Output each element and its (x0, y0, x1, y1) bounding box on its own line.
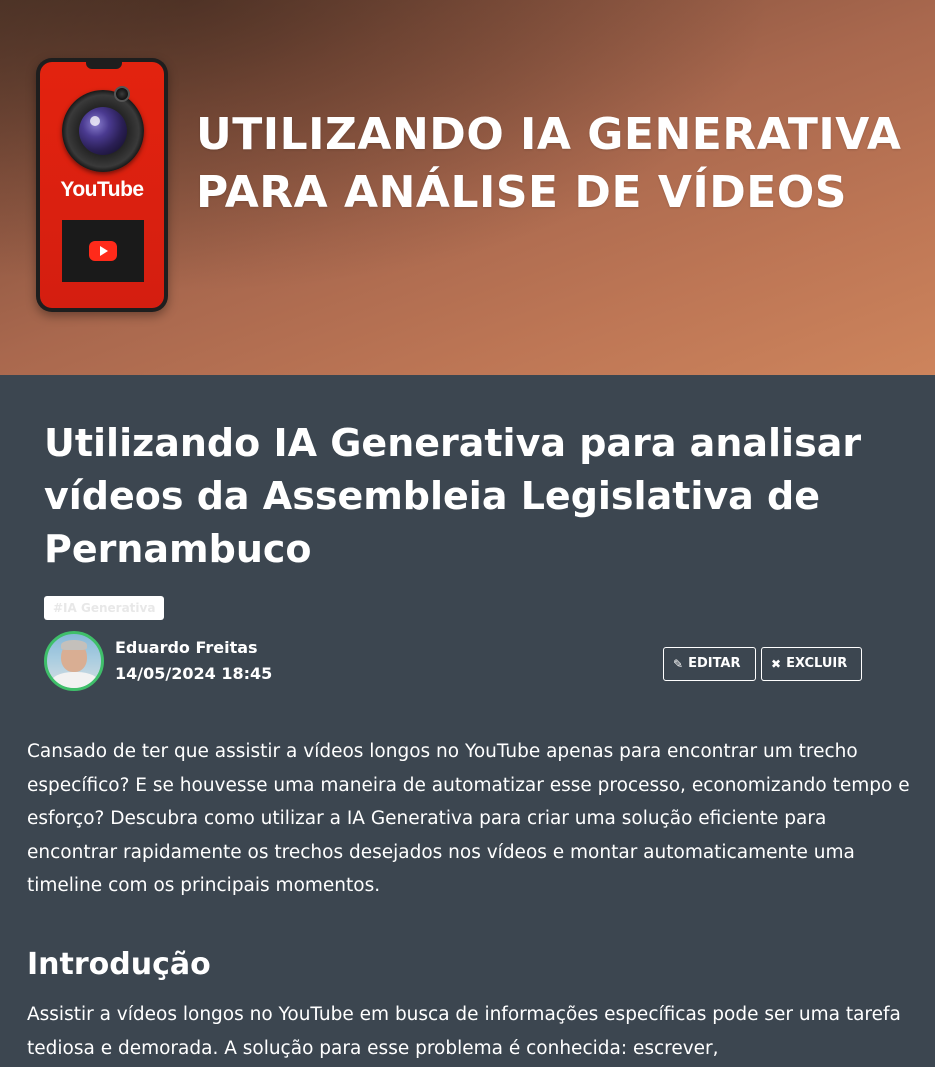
hero-title: UTILIZANDO IA GENERATIVA PARA ANÁLISE DE… (196, 106, 916, 222)
post-date: 14/05/2024 18:45 (115, 664, 273, 683)
section-heading: Introdução (27, 947, 211, 982)
author-name[interactable]: Eduardo Freitas (115, 638, 258, 658)
video-player-thumbnail (62, 220, 144, 282)
author-row: Eduardo Freitas 14/05/2024 18:45 ✎ EDITA… (44, 631, 864, 693)
smartphone-illustration: YouTube (36, 58, 168, 312)
camera-lens-icon (62, 90, 144, 172)
phone-notch (86, 62, 122, 69)
phone-screen: YouTube (40, 62, 164, 308)
article-body: Cansado de ter que assistir a vídeos lon… (27, 735, 917, 1059)
avatar[interactable] (44, 631, 104, 691)
hero-title-line-2: PARA ANÁLISE DE VÍDEOS (196, 167, 847, 218)
lead-paragraph: Cansado de ter que assistir a vídeos lon… (27, 741, 910, 897)
youtube-play-icon (89, 241, 117, 261)
section-paragraph: Assistir a vídeos longos no YouTube em b… (27, 1004, 901, 1059)
hero-title-line-1: UTILIZANDO IA GENERATIVA (196, 109, 902, 160)
edit-button[interactable]: ✎ EDITAR (663, 647, 756, 681)
tag-chip[interactable]: #IA Generativa (44, 596, 165, 620)
post-title: Utilizando IA Generativa para analisar v… (44, 421, 862, 571)
small-camera-icon (114, 86, 130, 102)
youtube-wordmark: YouTube (60, 178, 144, 201)
edit-button-label: EDITAR (688, 656, 741, 671)
delete-button-label: EXCLUIR (786, 656, 848, 671)
close-icon: ✖ (771, 657, 782, 671)
pencil-icon: ✎ (673, 657, 684, 671)
hero-banner: YouTube UTILIZANDO IA GENERATIVA PARA AN… (0, 0, 935, 375)
delete-button[interactable]: ✖ EXCLUIR (761, 647, 862, 681)
